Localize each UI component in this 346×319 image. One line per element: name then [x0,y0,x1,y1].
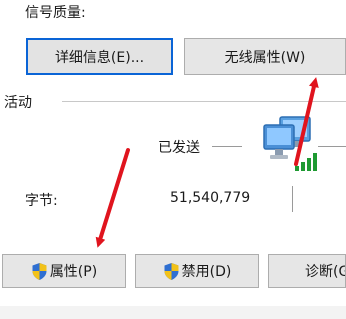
annotation-arrows [95,77,319,248]
arrow-to-wireless-properties [294,77,319,166]
arrow-to-properties [95,148,130,248]
